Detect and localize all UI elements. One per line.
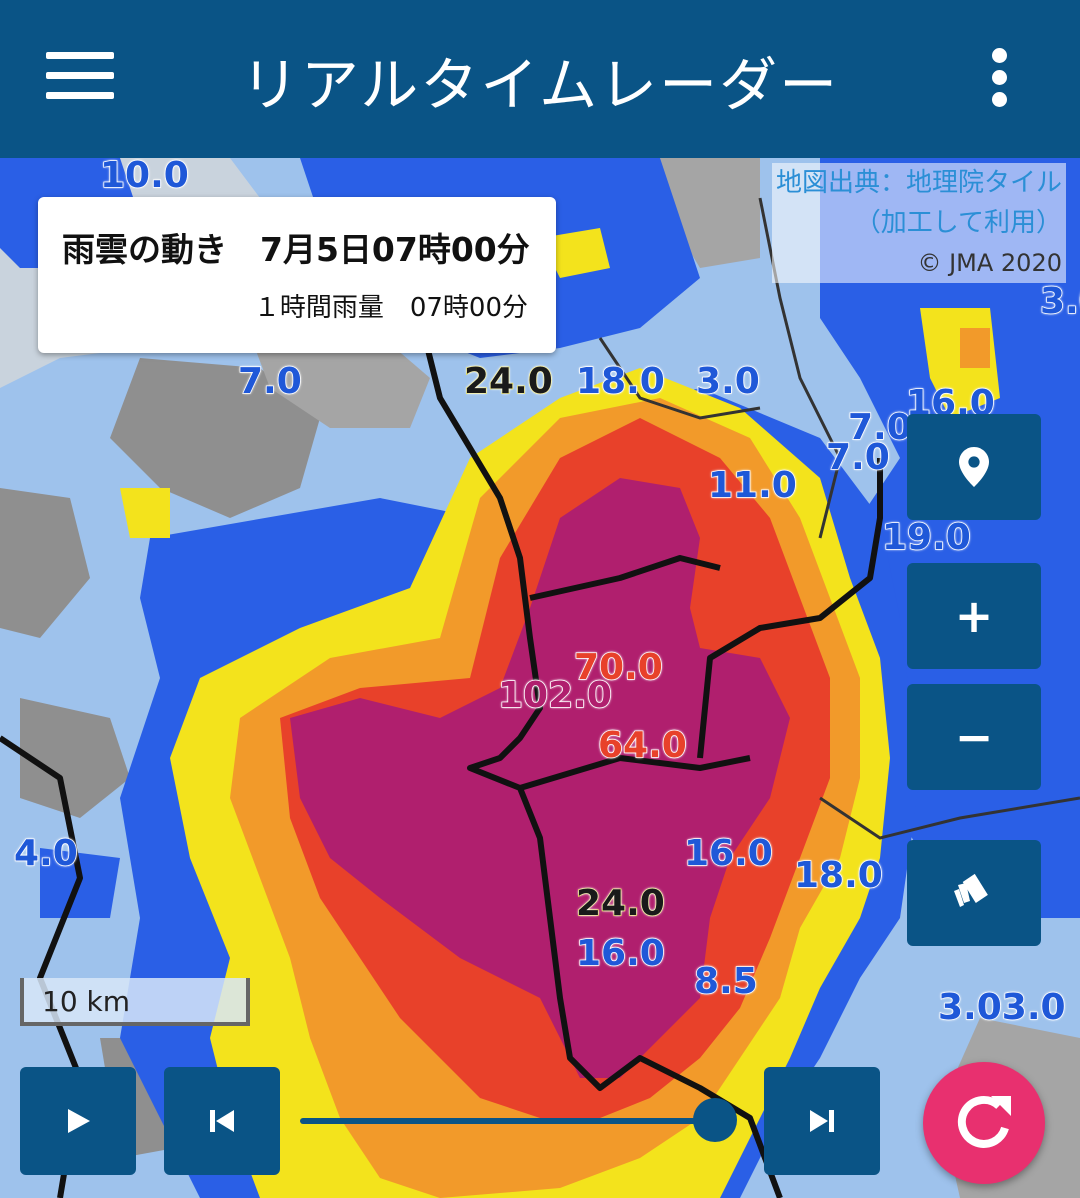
zoom-out-icon: − — [954, 710, 994, 764]
rain-info-card: 雨雲の動き 7月5日07時00分 １時間雨量 07時00分 — [38, 197, 556, 353]
map-attribution: 地図出典：地理院タイル （加工して利用） © JMA 2020 — [771, 163, 1066, 283]
rain-label: 16.0 — [575, 933, 665, 974]
skip-previous-icon — [210, 1110, 234, 1132]
rain-label: 7.0 — [825, 437, 890, 478]
play-icon — [68, 1109, 90, 1133]
rain-label: 8.5 — [693, 961, 758, 1002]
attribution-copyright: © JMA 2020 — [917, 249, 1062, 277]
timeline-slider-thumb[interactable] — [693, 1098, 737, 1142]
refresh-icon — [957, 1096, 1011, 1148]
rain-label: 64.0 — [597, 725, 687, 766]
rain-label: 10.0 — [99, 158, 189, 196]
rain-label: 11.0 — [707, 465, 797, 506]
refresh-button[interactable] — [923, 1062, 1045, 1184]
app-title: リアルタイムレーダー — [240, 51, 840, 119]
location-button[interactable] — [907, 414, 1041, 520]
location-pin-icon — [959, 447, 989, 487]
scale-bar: 10 km — [20, 978, 250, 1026]
attribution-source[interactable]: 地図出典：地理院タイル — [776, 163, 1062, 203]
rain-label: 19.0 — [881, 517, 971, 558]
rain-label: 102.0 — [497, 675, 612, 716]
rain-label: 3.0 — [1039, 281, 1080, 322]
rain-label: 3.0 — [695, 361, 760, 402]
previous-button[interactable] — [164, 1067, 280, 1175]
scale-bar-label: 10 km — [42, 985, 131, 1018]
rain-label: 16.0 — [683, 833, 773, 874]
rain-label: 18.0 — [575, 361, 665, 402]
info-card-subtitle: １時間雨量 07時00分 — [253, 293, 528, 323]
rain-label: 4.0 — [13, 833, 78, 874]
rain-label: 24.0 — [575, 883, 665, 924]
layers-button[interactable] — [907, 840, 1041, 946]
next-button[interactable] — [764, 1067, 880, 1175]
zoom-in-button[interactable]: + — [907, 563, 1041, 669]
more-vertical-icon[interactable] — [985, 48, 1015, 108]
layers-icon — [954, 873, 988, 907]
info-card-title: 雨雲の動き 7月5日07時00分 — [62, 230, 530, 269]
timeline-slider-track[interactable] — [300, 1118, 715, 1124]
zoom-in-icon: + — [954, 589, 994, 643]
rain-label: 7.0 — [237, 361, 302, 402]
zoom-out-button[interactable]: − — [907, 684, 1041, 790]
attribution-note: （加工して利用） — [854, 208, 1062, 238]
rain-label: 18.0 — [793, 855, 883, 896]
skip-next-icon — [810, 1110, 834, 1132]
rain-label: 24.0 — [463, 361, 553, 402]
play-button[interactable] — [20, 1067, 136, 1175]
app-bar: リアルタイムレーダー — [0, 0, 1080, 158]
rain-label: 3.03.0 — [937, 987, 1066, 1028]
